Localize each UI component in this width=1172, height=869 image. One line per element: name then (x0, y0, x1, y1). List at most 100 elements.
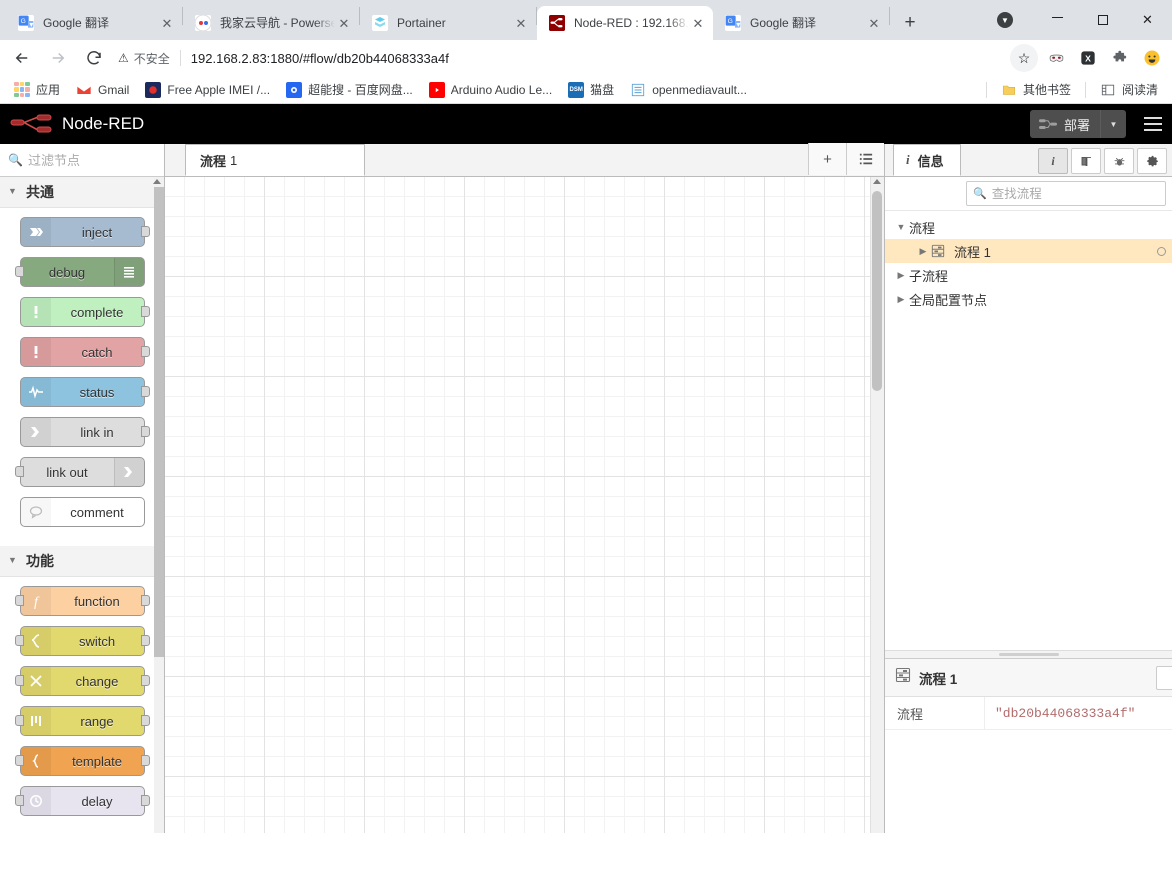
palette-search-row[interactable]: 🔍 (0, 144, 164, 177)
palette-node-inject[interactable]: inject (20, 217, 145, 247)
palette-scrollbar[interactable] (154, 177, 164, 833)
palette-category-common[interactable]: ▼ 共通 (0, 177, 164, 208)
node-output-port[interactable] (141, 386, 150, 397)
security-status[interactable]: ⚠ 不安全 (118, 50, 170, 67)
info-tab-button[interactable]: i (1038, 148, 1068, 174)
minimize-button[interactable] (1035, 0, 1080, 40)
chevron-right-icon[interactable]: ▶ (915, 246, 931, 257)
add-flow-button[interactable]: + (808, 143, 846, 175)
palette-node-comment[interactable]: comment (20, 497, 145, 527)
bookmark-openmediavault[interactable]: openmediavault... (622, 78, 755, 102)
help-tab-button[interactable] (1071, 148, 1101, 174)
debug-tab-button[interactable] (1104, 148, 1134, 174)
canvas-scrollbar-thumb[interactable] (872, 191, 882, 391)
node-input-port[interactable] (15, 675, 24, 686)
palette-scrollbar-thumb[interactable] (154, 187, 164, 657)
flow-canvas[interactable] (165, 177, 884, 833)
node-input-port[interactable] (15, 635, 24, 646)
flow-search-input[interactable] (992, 187, 1159, 201)
bookmark-arduino-audio[interactable]: Arduino Audio Le... (421, 78, 560, 102)
x-extension-icon[interactable]: X (1074, 44, 1102, 72)
browser-tab-close[interactable]: ✕ (512, 14, 530, 32)
chevron-down-icon[interactable]: ▼ (997, 12, 1013, 28)
browser-tab-close[interactable]: ✕ (865, 14, 883, 32)
node-output-port[interactable] (141, 346, 150, 357)
forward-arrow-icon[interactable] (42, 42, 74, 74)
node-output-port[interactable] (141, 635, 150, 646)
close-window-button[interactable]: ✕ (1125, 0, 1170, 40)
flow-search-box[interactable]: 🔍 (966, 181, 1166, 206)
node-input-port[interactable] (15, 266, 24, 277)
palette-node-range[interactable]: range (20, 706, 145, 736)
flow-enabled-toggle[interactable] (1157, 247, 1166, 256)
palette-category-function[interactable]: ▼ 功能 (0, 546, 164, 577)
bookmark-dsm[interactable]: DSM 猫盘 (560, 78, 622, 102)
canvas-scrollbar[interactable] (870, 177, 884, 833)
bookmark-apple-imei[interactable]: Free Apple IMEI /... (137, 78, 278, 102)
palette-node-complete[interactable]: complete (20, 297, 145, 327)
address-bar[interactable]: ⚠ 不安全 192.168.2.83:1880/#flow/db20b44068… (118, 44, 1002, 72)
palette-node-status[interactable]: status (20, 377, 145, 407)
browser-tab-2[interactable]: Portainer ✕ (360, 6, 536, 40)
new-tab-button[interactable]: + (896, 9, 924, 37)
palette-node-link-out[interactable]: link out (20, 457, 145, 487)
mask-extension-icon[interactable] (1042, 44, 1070, 72)
tree-row-global-config[interactable]: ▶ 全局配置节点 (885, 287, 1172, 311)
scroll-up-arrow-icon[interactable] (153, 179, 161, 184)
node-output-port[interactable] (141, 426, 150, 437)
node-input-port[interactable] (15, 755, 24, 766)
node-output-port[interactable] (141, 755, 150, 766)
browser-tab-0[interactable]: G Google 翻译 ✕ (6, 6, 182, 40)
flow-tab-1[interactable]: 流程 1 (185, 144, 365, 176)
node-output-port[interactable] (141, 675, 150, 686)
palette-node-link-in[interactable]: link in (20, 417, 145, 447)
browser-tab-4[interactable]: G Google 翻译 ✕ (713, 6, 889, 40)
reload-icon[interactable] (78, 42, 110, 74)
palette-node-delay[interactable]: delay (20, 786, 145, 816)
chevron-right-icon[interactable]: ▶ (893, 294, 909, 305)
bookmark-gmail[interactable]: Gmail (68, 78, 137, 102)
node-input-port[interactable] (15, 715, 24, 726)
browser-tab-close[interactable]: ✕ (158, 14, 176, 32)
sidebar-splitter-handle[interactable] (885, 650, 1172, 659)
gear-icon[interactable] (1137, 148, 1167, 174)
palette-node-function[interactable]: f function (20, 586, 145, 616)
node-output-port[interactable] (141, 306, 150, 317)
main-menu-hamburger-icon[interactable] (1134, 104, 1172, 144)
palette-node-debug[interactable]: debug (20, 257, 145, 287)
palette-node-change[interactable]: change (20, 666, 145, 696)
node-output-port[interactable] (141, 715, 150, 726)
node-input-port[interactable] (15, 595, 24, 606)
node-input-port[interactable] (15, 795, 24, 806)
detail-action-button[interactable] (1156, 666, 1172, 690)
sidebar-tab-info[interactable]: i 信息 (893, 144, 961, 176)
chevron-down-icon[interactable]: ▼ (893, 222, 909, 232)
tree-row-subflows[interactable]: ▶ 子流程 (885, 263, 1172, 287)
node-output-port[interactable] (141, 226, 150, 237)
palette-node-template[interactable]: template (20, 746, 145, 776)
browser-tab-1[interactable]: 我家云导航 - Powerse ✕ (183, 6, 359, 40)
deploy-dropdown-caret-icon[interactable]: ▼ (1100, 110, 1126, 138)
back-arrow-icon[interactable] (6, 42, 38, 74)
palette-filter-input[interactable] (28, 153, 156, 168)
tree-row-flow-1[interactable]: ▶ 流程 1 (885, 239, 1172, 263)
list-flows-icon[interactable] (846, 143, 884, 175)
palette-node-catch[interactable]: catch (20, 337, 145, 367)
reading-list-button[interactable]: 阅读清 (1092, 78, 1166, 102)
node-input-port[interactable] (15, 466, 24, 477)
tree-row-flows[interactable]: ▼ 流程 (885, 215, 1172, 239)
browser-tab-3[interactable]: Node-RED : 192.168. ✕ (537, 6, 713, 40)
chevron-right-icon[interactable]: ▶ (893, 270, 909, 281)
bookmark-apps[interactable]: 应用 (6, 78, 68, 102)
node-output-port[interactable] (141, 595, 150, 606)
deploy-button[interactable]: 部署 (1030, 110, 1100, 138)
browser-tab-close[interactable]: ✕ (689, 14, 707, 32)
bookmark-baidu-search[interactable]: 超能搜 - 百度网盘... (278, 78, 421, 102)
scroll-up-arrow-icon[interactable] (873, 179, 881, 184)
other-bookmarks-folder[interactable]: 其他书签 (993, 78, 1079, 102)
browser-tab-close[interactable]: ✕ (335, 14, 353, 32)
profile-avatar[interactable] (1138, 44, 1166, 72)
star-icon[interactable]: ☆ (1010, 44, 1038, 72)
node-output-port[interactable] (141, 795, 150, 806)
maximize-button[interactable] (1080, 0, 1125, 40)
